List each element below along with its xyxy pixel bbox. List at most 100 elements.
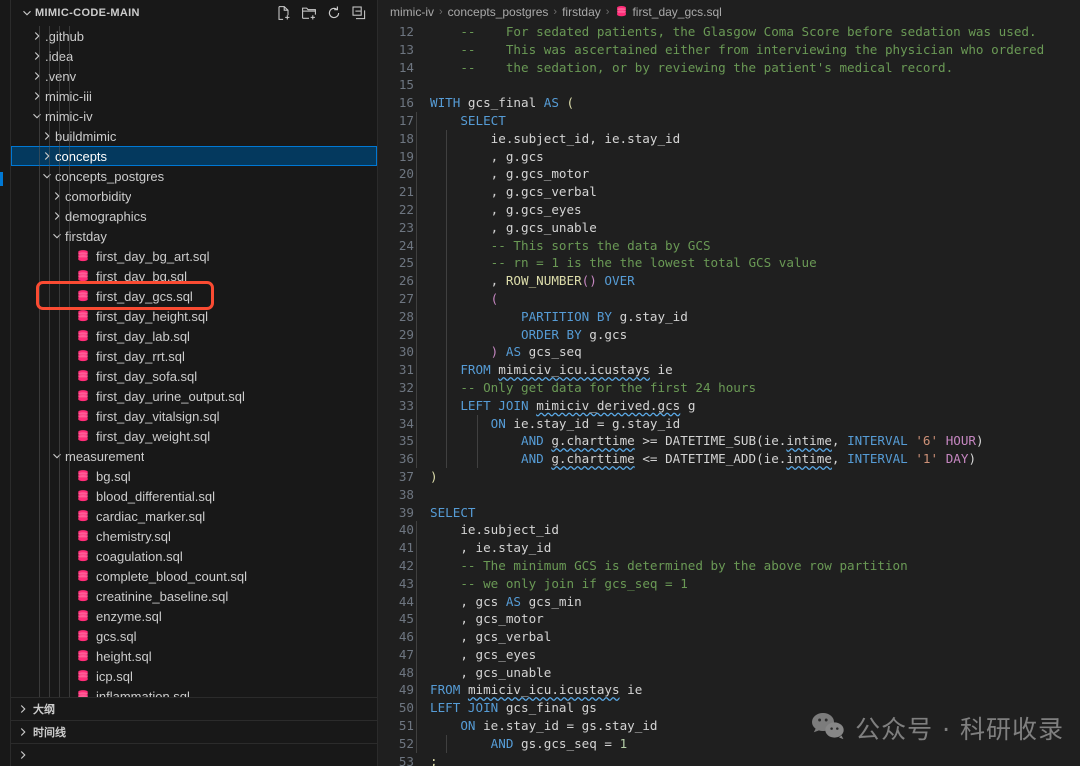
- code-line[interactable]: 24 -- This sorts the data by GCS: [378, 237, 1080, 255]
- tree-file-first-day-rrt-sql[interactable]: first_day_rrt.sql: [11, 346, 377, 366]
- tree-file-cardiac-marker-sql[interactable]: cardiac_marker.sql: [11, 506, 377, 526]
- code-line[interactable]: 43 -- we only join if gcs_seq = 1: [378, 575, 1080, 593]
- tree-file-chemistry-sql[interactable]: chemistry.sql: [11, 526, 377, 546]
- tree-folder-mimic-iv[interactable]: mimic-iv: [11, 106, 377, 126]
- code-line[interactable]: 23 , g.gcs_unable: [378, 219, 1080, 237]
- code-line[interactable]: 31 FROM mimiciv_icu.icustays ie: [378, 361, 1080, 379]
- chevron-right-icon[interactable]: [15, 701, 31, 717]
- code-line[interactable]: 30 ) AS gcs_seq: [378, 343, 1080, 361]
- tree-folder--idea[interactable]: .idea: [11, 46, 377, 66]
- chevron-right-icon[interactable]: [29, 68, 45, 84]
- tree-file-inflammation-sql[interactable]: inflammation.sql: [11, 686, 377, 697]
- code-line[interactable]: 49 FROM mimiciv_icu.icustays ie: [378, 681, 1080, 699]
- code-line[interactable]: 21 , g.gcs_verbal: [378, 183, 1080, 201]
- sidebar-panel-2[interactable]: 时间线: [11, 720, 377, 743]
- code-line[interactable]: 33 LEFT JOIN mimiciv_derived.gcs g: [378, 397, 1080, 415]
- breadcrumb-item-3[interactable]: firstday: [562, 5, 601, 19]
- code-line[interactable]: 17 SELECT: [378, 112, 1080, 130]
- tree-file-first-day-vitalsign-sql[interactable]: first_day_vitalsign.sql: [11, 406, 377, 426]
- breadcrumb-item-4[interactable]: first_day_gcs.sql: [614, 5, 722, 19]
- tree-file-bg-sql[interactable]: bg.sql: [11, 466, 377, 486]
- tree-file-icp-sql[interactable]: icp.sql: [11, 666, 377, 686]
- new-file-icon[interactable]: [276, 5, 292, 21]
- collapse-all-icon[interactable]: [351, 5, 367, 21]
- chevron-right-icon[interactable]: [39, 128, 55, 144]
- tree-file-enzyme-sql[interactable]: enzyme.sql: [11, 606, 377, 626]
- code-line[interactable]: 18 ie.subject_id, ie.stay_id: [378, 130, 1080, 148]
- code-line[interactable]: 14 -- the sedation, or by reviewing the …: [378, 59, 1080, 77]
- new-folder-icon[interactable]: [301, 5, 317, 21]
- code-line[interactable]: 22 , g.gcs_eyes: [378, 201, 1080, 219]
- tree-folder-comorbidity[interactable]: comorbidity: [11, 186, 377, 206]
- code-line[interactable]: 20 , g.gcs_motor: [378, 165, 1080, 183]
- code-line[interactable]: 51 ON ie.stay_id = gs.stay_id: [378, 717, 1080, 735]
- code-line[interactable]: 34 ON ie.stay_id = g.stay_id: [378, 415, 1080, 433]
- code-line[interactable]: 15: [378, 76, 1080, 94]
- tree-file-first-day-gcs-sql[interactable]: first_day_gcs.sql: [11, 286, 377, 306]
- tree-file-first-day-urine-output-sql[interactable]: first_day_urine_output.sql: [11, 386, 377, 406]
- code-line[interactable]: 47 , gcs_eyes: [378, 646, 1080, 664]
- code-line[interactable]: 40 ie.subject_id: [378, 521, 1080, 539]
- code-line[interactable]: 12 -- For sedated patients, the Glasgow …: [378, 23, 1080, 41]
- code-line[interactable]: 28 PARTITION BY g.stay_id: [378, 308, 1080, 326]
- tree-folder-mimic-iii[interactable]: mimic-iii: [11, 86, 377, 106]
- explorer-header[interactable]: MIMIC-CODE-MAIN: [11, 0, 377, 26]
- sidebar-panel-1[interactable]: 大纲: [11, 697, 377, 720]
- chevron-down-icon[interactable]: [29, 108, 45, 124]
- breadcrumb-item-1[interactable]: mimic-iv: [390, 5, 434, 19]
- chevron-down-icon[interactable]: [49, 448, 65, 464]
- code-line[interactable]: 48 , gcs_unable: [378, 664, 1080, 682]
- tree-folder-measurement[interactable]: measurement: [11, 446, 377, 466]
- code-line[interactable]: 50 LEFT JOIN gcs_final gs: [378, 699, 1080, 717]
- tree-folder-concepts-postgres[interactable]: concepts_postgres: [11, 166, 377, 186]
- code-line[interactable]: 46 , gcs_verbal: [378, 628, 1080, 646]
- code-line[interactable]: 26 , ROW_NUMBER() OVER: [378, 272, 1080, 290]
- tree-file-first-day-bg-art-sql[interactable]: first_day_bg_art.sql: [11, 246, 377, 266]
- code-line[interactable]: 27 (: [378, 290, 1080, 308]
- tree-folder-concepts[interactable]: concepts: [11, 146, 377, 166]
- code-line[interactable]: 37): [378, 468, 1080, 486]
- tree-file-gcs-sql[interactable]: gcs.sql: [11, 626, 377, 646]
- code-line[interactable]: 13 -- This was ascertained either from i…: [378, 41, 1080, 59]
- code-line[interactable]: 29 ORDER BY g.gcs: [378, 326, 1080, 344]
- chevron-right-icon[interactable]: [49, 208, 65, 224]
- chevron-down-icon[interactable]: [19, 5, 35, 21]
- code-line[interactable]: 42 -- The minimum GCS is determined by t…: [378, 557, 1080, 575]
- chevron-right-icon[interactable]: [29, 88, 45, 104]
- code-line[interactable]: 32 -- Only get data for the first 24 hou…: [378, 379, 1080, 397]
- chevron-right-icon[interactable]: [29, 28, 45, 44]
- code-lines[interactable]: 12 -- For sedated patients, the Glasgow …: [378, 23, 1080, 766]
- code-line[interactable]: 19 , g.gcs: [378, 148, 1080, 166]
- chevron-right-icon[interactable]: [15, 724, 31, 740]
- tree-file-creatinine-baseline-sql[interactable]: creatinine_baseline.sql: [11, 586, 377, 606]
- code-line[interactable]: 36 AND g.charttime <= DATETIME_ADD(ie.in…: [378, 450, 1080, 468]
- refresh-icon[interactable]: [326, 5, 342, 21]
- chevron-right-icon[interactable]: [15, 747, 31, 763]
- tree-folder-buildmimic[interactable]: buildmimic: [11, 126, 377, 146]
- code-line[interactable]: 52 AND gs.gcs_seq = 1: [378, 735, 1080, 753]
- breadcrumb-item-2[interactable]: concepts_postgres: [448, 5, 549, 19]
- minimap[interactable]: [1066, 23, 1080, 766]
- code-line[interactable]: 45 , gcs_motor: [378, 610, 1080, 628]
- tree-folder-firstday[interactable]: firstday: [11, 226, 377, 246]
- code-line[interactable]: 41 , ie.stay_id: [378, 539, 1080, 557]
- code-line[interactable]: 35 AND g.charttime >= DATETIME_SUB(ie.in…: [378, 432, 1080, 450]
- chevron-right-icon[interactable]: [39, 148, 55, 164]
- code-editor[interactable]: 12 -- For sedated patients, the Glasgow …: [378, 23, 1080, 766]
- code-line[interactable]: 38: [378, 486, 1080, 504]
- chevron-down-icon[interactable]: [49, 228, 65, 244]
- breadcrumb[interactable]: mimic-iv › concepts_postgres › firstday › firs…: [378, 0, 1080, 23]
- code-line[interactable]: 25 -- rn = 1 is the the lowest total GCS…: [378, 254, 1080, 272]
- code-line[interactable]: 53;: [378, 753, 1080, 766]
- tree-file-first-day-lab-sql[interactable]: first_day_lab.sql: [11, 326, 377, 346]
- chevron-right-icon[interactable]: [29, 48, 45, 64]
- tree-file-first-day-height-sql[interactable]: first_day_height.sql: [11, 306, 377, 326]
- tree-file-height-sql[interactable]: height.sql: [11, 646, 377, 666]
- tree-folder-demographics[interactable]: demographics: [11, 206, 377, 226]
- code-line[interactable]: 44 , gcs AS gcs_min: [378, 593, 1080, 611]
- tree-file-first-day-bg-sql[interactable]: first_day_bg.sql: [11, 266, 377, 286]
- code-line[interactable]: 16 WITH gcs_final AS (: [378, 94, 1080, 112]
- tree-file-first-day-sofa-sql[interactable]: first_day_sofa.sql: [11, 366, 377, 386]
- tree-file-coagulation-sql[interactable]: coagulation.sql: [11, 546, 377, 566]
- chevron-down-icon[interactable]: [39, 168, 55, 184]
